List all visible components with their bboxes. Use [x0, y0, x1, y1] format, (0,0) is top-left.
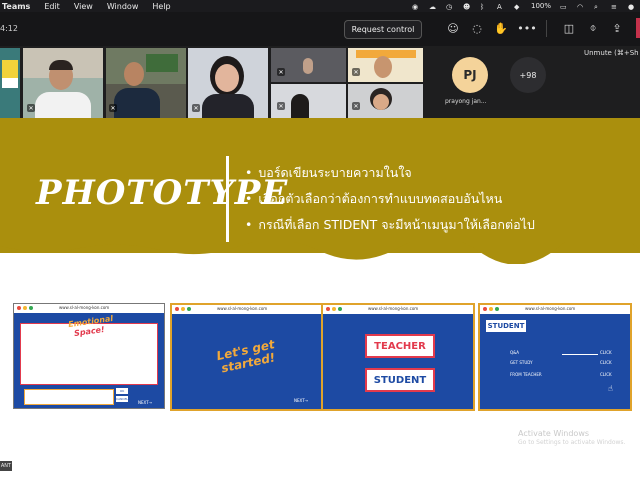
- video-tile-7[interactable]: ✕: [348, 48, 423, 82]
- card-heading: Let's get started!: [215, 337, 277, 376]
- next-label: NEXT→: [294, 398, 308, 403]
- more-actions-icon[interactable]: •••: [517, 21, 536, 35]
- mic-off-icon: ✕: [352, 68, 360, 76]
- next-label: NEXT→: [138, 400, 152, 405]
- participant-name: prayong jan...: [445, 98, 487, 105]
- browser-url: www.sl-al-mong-kon.com: [368, 306, 419, 311]
- share-screen-icon[interactable]: ⇪: [610, 21, 624, 35]
- reactions-icon[interactable]: ✋: [494, 21, 508, 35]
- prototype-screen-student-menu: www.sl-al-mong-kon.com STUDENT Q&A GET S…: [478, 303, 632, 411]
- mic-off-icon: ✕: [27, 104, 35, 112]
- request-control-button[interactable]: Request control: [344, 20, 422, 39]
- mic-off-icon: ✕: [109, 104, 117, 112]
- bullet-item: บอร์ดเขียนระบายความในใจ: [245, 160, 535, 186]
- meeting-timer: 4:12: [0, 24, 18, 33]
- mic-off-icon: ✕: [277, 68, 285, 76]
- ok-button: OK: [116, 388, 128, 394]
- click-label: CLICK: [600, 350, 612, 355]
- click-label: CLICK: [600, 360, 612, 365]
- menu-row-label: GET STUDY: [510, 360, 533, 365]
- leave-button[interactable]: [636, 18, 640, 38]
- click-label: CLICK: [600, 372, 612, 377]
- wifi-icon[interactable]: ◠: [577, 3, 585, 11]
- shared-slide: PHOTOTYPE บอร์ดเขียนระบายความในใจ เลือกต…: [0, 118, 640, 480]
- control-center-icon[interactable]: ≡: [611, 3, 619, 11]
- participants-icon[interactable]: ☺: [446, 21, 460, 35]
- screen-record-icon[interactable]: ◉: [412, 3, 420, 11]
- teacher-button: TEACHER: [365, 334, 435, 358]
- video-tile-5[interactable]: ✕: [271, 48, 346, 82]
- unmute-tooltip: Unmute (⌘+Sh: [584, 49, 639, 57]
- bullet-item: กรณีที่เลือก STIDENT จะมีหน้าเมนูมาให้เล…: [245, 212, 534, 238]
- video-tile-6[interactable]: ✕: [271, 84, 346, 118]
- cursor-icon: ☝: [427, 380, 433, 390]
- camera-off-icon[interactable]: ◫: [562, 21, 576, 35]
- more-participants-button[interactable]: +98: [510, 57, 546, 93]
- battery-icon[interactable]: ▭: [560, 3, 568, 11]
- video-tile-2[interactable]: ✕: [23, 48, 103, 118]
- activate-windows-title: Activate Windows: [518, 429, 590, 438]
- prototype-screen-lets-get-started: www.sl-al-mong-kon.com Let's get started…: [170, 303, 324, 411]
- people-icon[interactable]: ☻: [463, 3, 471, 11]
- video-tile-3[interactable]: ✕: [106, 48, 186, 118]
- banner-wave: [0, 242, 640, 264]
- corner-tag: ANT: [0, 461, 12, 471]
- status-area: ◉ ☁ ◷ ☻ ᛒ A ◆ 100% ▭ ◠ ⌕ ≡ ●: [412, 0, 636, 12]
- chat-icon[interactable]: ◌: [470, 21, 484, 35]
- browser-url: www.sl-al-mong-kon.com: [59, 305, 110, 310]
- prototype-screen-role-select: www.sl-al-mong-kon.com TEACHER STUDENT ☝: [321, 303, 475, 411]
- clock-icon[interactable]: ◷: [446, 3, 454, 11]
- bluetooth-icon[interactable]: ᛒ: [480, 3, 488, 11]
- menu-row-label: Q&A: [510, 350, 520, 355]
- title-divider: [226, 156, 229, 242]
- menu-edit[interactable]: Edit: [44, 2, 60, 11]
- menu-row-label: FROM TEACHER: [510, 372, 542, 377]
- menu-bar: Teams Edit View Window Help ◉ ☁ ◷ ☻ ᛒ A …: [0, 0, 640, 12]
- video-tile-4[interactable]: ✕: [188, 48, 268, 118]
- menu-window[interactable]: Window: [107, 2, 139, 11]
- browser-url: www.sl-al-mong-kon.com: [217, 306, 268, 311]
- mic-off-icon: ✕: [352, 102, 360, 110]
- menu-app-teams[interactable]: Teams: [2, 2, 30, 11]
- battery-percent: 100%: [530, 2, 551, 10]
- student-button: STUDENT: [365, 368, 435, 392]
- search-icon[interactable]: ⌕: [594, 3, 602, 11]
- video-tile-8[interactable]: ✕: [348, 84, 423, 118]
- keyboard-input-icon[interactable]: A: [497, 3, 505, 11]
- video-tile-1[interactable]: [0, 48, 20, 118]
- browser-url: www.sl-al-mong-kon.com: [525, 306, 576, 311]
- cancel-button: CANCEL: [115, 396, 129, 402]
- mic-off-icon: ✕: [277, 102, 285, 110]
- student-title: STUDENT: [486, 320, 526, 332]
- siri-icon[interactable]: ●: [628, 3, 636, 11]
- bullet-list: บอร์ดเขียนระบายความในใจ เลือกตัวเลือกว่า…: [245, 160, 535, 238]
- dropbox-icon[interactable]: ◆: [514, 3, 522, 11]
- activate-windows-subtitle: Go to Settings to activate Windows.: [518, 439, 626, 446]
- creative-cloud-icon[interactable]: ☁: [429, 3, 437, 11]
- menu-view[interactable]: View: [74, 2, 93, 11]
- cursor-icon: ☝: [608, 384, 613, 393]
- mic-muted-icon[interactable]: ⌽: [586, 21, 600, 35]
- prototype-screen-emotional-space: www.sl-al-mong-kon.com Emotional Space! …: [13, 303, 165, 409]
- mic-off-icon: ✕: [192, 104, 200, 112]
- bullet-item: เลือกตัวเลือกว่าต้องการทำแบบทดสอบอันไหน: [245, 186, 535, 212]
- toolbar-divider: [546, 20, 547, 37]
- menu-help[interactable]: Help: [152, 2, 170, 11]
- participant-avatar[interactable]: PJ: [452, 57, 488, 93]
- meeting-toolbar: [0, 12, 640, 46]
